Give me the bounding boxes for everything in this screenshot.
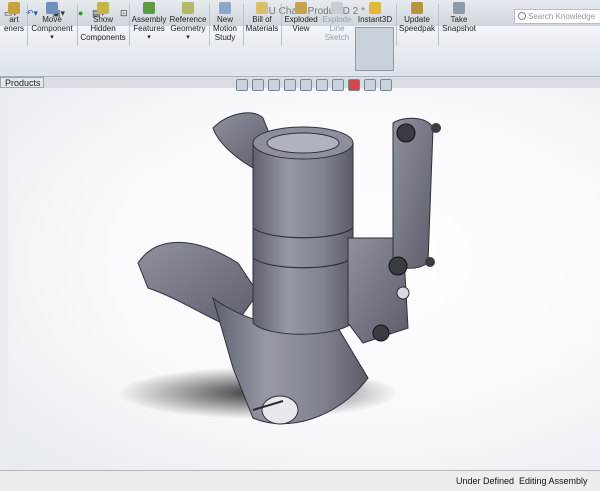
view-orientation-icon[interactable] bbox=[300, 79, 312, 91]
motion-study-icon bbox=[219, 2, 231, 14]
feature-manager-edge bbox=[0, 88, 8, 470]
exploded-view-button[interactable]: Exploded View bbox=[283, 2, 319, 33]
move-component-icon bbox=[46, 2, 58, 14]
previous-view-icon[interactable] bbox=[268, 79, 280, 91]
bolt-top-right bbox=[431, 123, 441, 133]
assembly-features-button[interactable]: Assembly Features ▾ bbox=[131, 2, 167, 42]
instant3d-button[interactable]: Instant3D bbox=[357, 2, 393, 24]
bill-of-materials-label: Bill of Materials bbox=[245, 15, 279, 33]
bill-of-materials-button[interactable]: Bill of Materials bbox=[245, 2, 279, 33]
instant3d-highlight bbox=[355, 27, 394, 71]
reference-geometry-label: Reference Geometry bbox=[169, 15, 207, 33]
display-style-icon[interactable] bbox=[316, 79, 328, 91]
search-input[interactable]: Search Knowledge bbox=[514, 9, 600, 24]
separator bbox=[281, 4, 282, 46]
status-bar: Under Defined Editing Assembly bbox=[0, 470, 600, 491]
new-motion-study-button[interactable]: New Motion Study bbox=[210, 2, 240, 42]
take-snapshot-label: Take Snapshot bbox=[442, 15, 476, 33]
link-bar bbox=[392, 117, 434, 269]
explode-line-sketch-button[interactable]: Explode Line Sketch bbox=[320, 2, 354, 42]
separator bbox=[27, 4, 28, 46]
bolt-mid-right bbox=[425, 257, 435, 267]
chevron-down-icon[interactable]: ▾ bbox=[131, 33, 167, 42]
explode-line-sketch-label: Explode Line Sketch bbox=[322, 15, 352, 42]
chevron-down-icon[interactable]: ▾ bbox=[30, 33, 74, 42]
smart-fasteners-label: art eners bbox=[3, 15, 24, 33]
search-icon bbox=[518, 12, 526, 20]
move-component-button[interactable]: Move Component ▾ bbox=[30, 2, 74, 42]
exploded-view-label: Exploded View bbox=[284, 15, 318, 33]
chevron-down-icon[interactable]: ▾ bbox=[169, 33, 207, 42]
separator bbox=[438, 4, 439, 46]
hide-show-items-icon[interactable] bbox=[332, 79, 344, 91]
update-speedpak-label: Update Speedpak bbox=[398, 15, 436, 33]
reference-geometry-button[interactable]: Reference Geometry ▾ bbox=[169, 2, 207, 42]
bolt-side bbox=[396, 286, 410, 300]
update-speedpak-button[interactable]: Update Speedpak bbox=[398, 2, 436, 33]
show-hidden-icon bbox=[97, 2, 109, 14]
section-view-icon[interactable] bbox=[284, 79, 296, 91]
bill-of-materials-icon bbox=[256, 2, 268, 14]
graphics-viewport[interactable] bbox=[8, 88, 600, 470]
smart-fasteners-button[interactable]: art eners bbox=[2, 2, 26, 33]
exploded-view-icon bbox=[295, 2, 307, 14]
status-definition: Under Defined bbox=[456, 476, 515, 486]
assembly-model bbox=[118, 112, 441, 425]
assembly-features-icon bbox=[143, 2, 155, 14]
search-placeholder: Search Knowledge bbox=[528, 12, 596, 21]
instant3d-label: Instant3D bbox=[357, 15, 393, 24]
reference-geometry-icon bbox=[182, 2, 194, 14]
scene-icon[interactable] bbox=[364, 79, 376, 91]
appearance-icon[interactable] bbox=[348, 79, 360, 91]
zoom-area-icon[interactable] bbox=[252, 79, 264, 91]
separator bbox=[243, 4, 244, 46]
move-component-label: Move Component bbox=[31, 15, 73, 33]
update-speedpak-icon bbox=[411, 2, 423, 14]
show-hidden-components-button[interactable]: Show Hidden Components bbox=[79, 2, 127, 42]
camera-icon bbox=[453, 2, 465, 14]
take-snapshot-button[interactable]: Take Snapshot bbox=[440, 2, 478, 33]
bolt-top bbox=[396, 123, 416, 143]
lower-bore bbox=[261, 395, 299, 425]
heads-up-toolbar bbox=[236, 79, 392, 93]
assembly-features-label: Assembly Features bbox=[131, 15, 167, 33]
cylinder-bore bbox=[266, 132, 340, 154]
separator bbox=[129, 4, 130, 46]
separator bbox=[396, 4, 397, 46]
view-settings-icon[interactable] bbox=[380, 79, 392, 91]
tab-products[interactable]: Products bbox=[0, 77, 44, 88]
bolt-mid bbox=[388, 256, 408, 276]
separator bbox=[77, 4, 78, 46]
status-mode: Editing Assembly bbox=[519, 476, 588, 486]
instant3d-icon bbox=[369, 2, 381, 14]
new-motion-study-label: New Motion Study bbox=[212, 15, 237, 42]
smart-fasteners-icon bbox=[8, 2, 20, 14]
bolt-lower bbox=[372, 324, 390, 342]
explode-line-sketch-icon bbox=[331, 2, 343, 14]
main-cylinder bbox=[252, 142, 354, 335]
show-hidden-label: Show Hidden Components bbox=[80, 15, 126, 42]
zoom-to-fit-icon[interactable] bbox=[236, 79, 248, 91]
